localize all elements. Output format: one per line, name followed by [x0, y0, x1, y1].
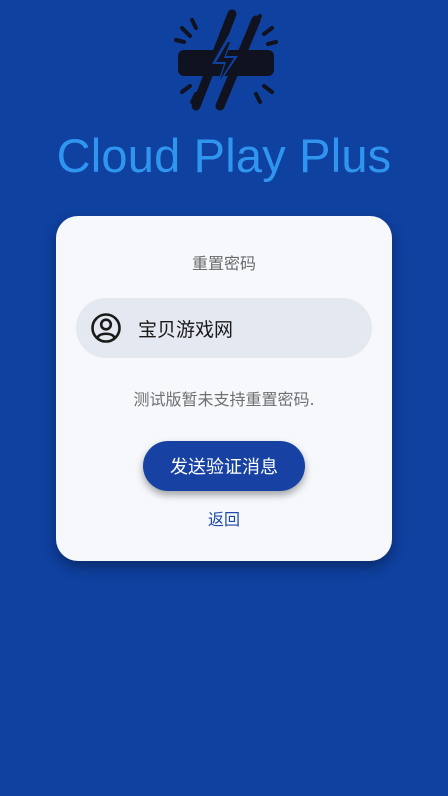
notice-text: 测试版暂未支持重置密码. — [133, 390, 315, 409]
back-link[interactable]: 返回 — [56, 506, 392, 530]
reset-password-card: 重置密码 宝贝游戏网 测试版暂未支持重置密码. 发送验证消息 返回 — [56, 216, 392, 561]
username-value: 宝贝游戏网 — [138, 318, 234, 341]
card-heading: 重置密码 — [191, 254, 256, 273]
app-logo-icon — [174, 9, 278, 111]
app-title: Cloud Play Plus — [56, 129, 392, 182]
send-verification-button[interactable]: 发送验证消息 — [143, 441, 305, 491]
app-screen: Cloud Play Plus 重置密码 宝贝游戏网 测试版暂未支持重置密码. … — [0, 0, 448, 796]
account-circle-icon — [91, 313, 121, 343]
username-field[interactable]: 宝贝游戏网 — [76, 298, 372, 358]
